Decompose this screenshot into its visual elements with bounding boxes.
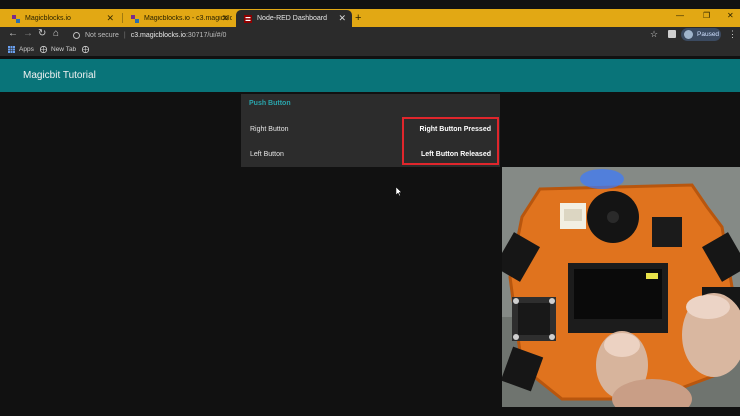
bookmark-star-icon[interactable]: ☆ xyxy=(650,29,658,40)
highlight-box xyxy=(402,117,499,165)
tab-magicblocks[interactable]: Magicblocks.io ✕ xyxy=(4,10,120,27)
tab-node-red-dashboard[interactable]: Node-RED Dashboard ✕ xyxy=(236,10,352,27)
magicblocks-favicon-icon xyxy=(12,14,20,23)
minimize-icon[interactable]: — xyxy=(676,11,684,20)
forward-arrow-icon[interactable]: → xyxy=(23,28,33,39)
address-bar[interactable]: Not secure | c3.magicblocks.io :30717/ui… xyxy=(66,28,666,42)
webcam-overlay xyxy=(502,167,740,407)
tab-close-icon[interactable]: ✕ xyxy=(221,14,229,23)
address-domain: c3.magicblocks.io xyxy=(130,31,186,39)
avatar xyxy=(684,30,693,39)
dashboard-app-bar: Magicbit Tutorial xyxy=(0,59,740,92)
screen-frame: { "browser": { "tabs": [ { "title": "Mag… xyxy=(0,0,740,416)
profile-button[interactable]: Paused xyxy=(681,28,721,41)
magicblocks-favicon-icon xyxy=(131,14,139,23)
magicbit-board-photo xyxy=(502,167,740,407)
address-separator: | xyxy=(123,31,126,39)
more-menu-icon[interactable]: ⋮ xyxy=(728,29,737,40)
bookmark-apps[interactable]: Apps xyxy=(8,46,34,53)
tab-strip: Magicblocks.io ✕ Magicblocks.io - c3.mag… xyxy=(0,9,740,27)
tab-close-icon[interactable]: ✕ xyxy=(338,14,346,23)
bookmark-label: New Tab xyxy=(51,46,77,53)
bookmark-globe[interactable] xyxy=(81,45,93,54)
reload-icon[interactable]: ↻ xyxy=(38,28,46,39)
browser-toolbar: ← → ↻ ⌂ Not secure | c3.magicblocks.io :… xyxy=(0,27,740,43)
group-title: Push Button xyxy=(249,100,291,107)
extensions-puzzle-icon[interactable] xyxy=(668,30,676,38)
left-button-label: Left Button xyxy=(250,151,284,158)
info-icon[interactable] xyxy=(73,31,80,39)
home-icon[interactable]: ⌂ xyxy=(53,28,59,39)
right-button-label: Right Button xyxy=(250,126,289,133)
address-path: :30717/ui/#/0 xyxy=(185,31,227,39)
tab-title: Node-RED Dashboard xyxy=(257,15,328,22)
tab-title: Magicblocks.io - c3.magicblocks.io xyxy=(144,15,232,22)
globe-icon xyxy=(81,45,90,54)
bookmark-label: Apps xyxy=(19,46,34,53)
security-label: Not secure xyxy=(85,31,119,39)
dashboard-title: Magicbit Tutorial xyxy=(23,70,96,81)
mouse-cursor-icon xyxy=(395,183,403,201)
apps-grid-icon xyxy=(8,46,15,53)
node-red-favicon-icon xyxy=(244,14,252,23)
tab-magicblocks-c3[interactable]: Magicblocks.io - c3.magicblocks.io ✕ xyxy=(123,10,235,27)
back-arrow-icon[interactable]: ← xyxy=(8,28,18,39)
globe-icon xyxy=(39,45,48,54)
bookmarks-bar: Apps New Tab xyxy=(0,43,740,56)
new-tab-plus-icon[interactable]: + xyxy=(355,12,361,24)
bookmark-new-tab[interactable]: New Tab xyxy=(39,45,77,54)
restore-icon[interactable]: ❐ xyxy=(703,11,710,20)
profile-status: Paused xyxy=(697,31,720,38)
tab-close-icon[interactable]: ✕ xyxy=(106,14,114,23)
tab-title: Magicblocks.io xyxy=(25,15,71,22)
window-close-icon[interactable]: ✕ xyxy=(727,11,734,20)
